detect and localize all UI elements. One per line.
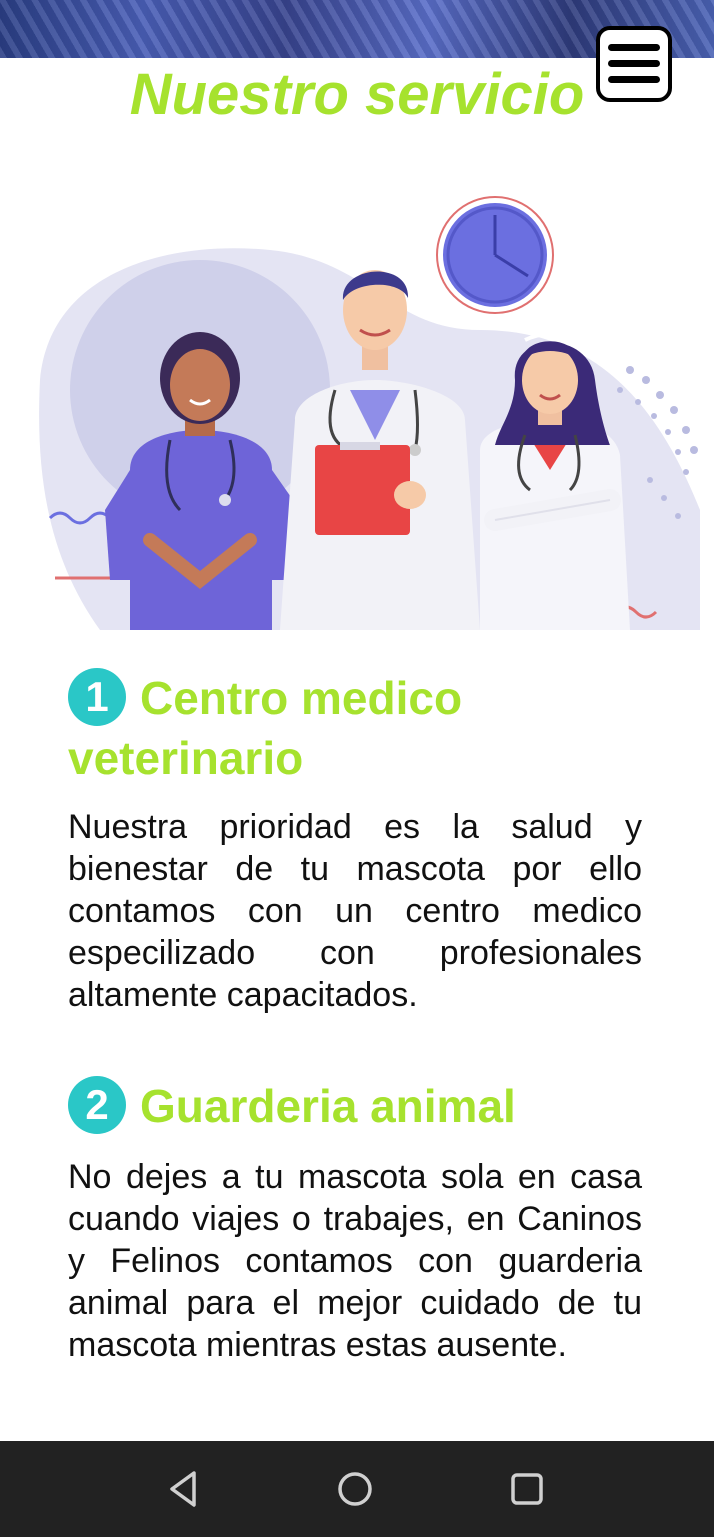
hamburger-menu-icon	[608, 76, 660, 83]
section-title-guarderia: 2 Guarderia animal	[68, 1076, 668, 1136]
section-title-text: Centro medico veterinario	[68, 672, 463, 784]
hamburger-menu-icon	[608, 44, 660, 51]
section-title-centro-medico: 1 Centro medico veterinario	[68, 668, 628, 788]
section-title-text: Guarderia animal	[140, 1080, 516, 1132]
hamburger-menu-icon	[608, 60, 660, 67]
home-circle-icon[interactable]	[331, 1465, 379, 1513]
section-text-centro-medico: Nuestra prioridad es la salud y bienesta…	[68, 808, 642, 1014]
system-navigation-bar	[0, 1441, 714, 1537]
menu-button[interactable]	[596, 26, 672, 102]
medical-staff-illustration	[39, 196, 700, 630]
section-text-guarderia: No dejes a tu mascota sola en casa cuand…	[68, 1158, 642, 1364]
recents-square-icon[interactable]	[503, 1465, 551, 1513]
number-badge-2: 2	[68, 1076, 126, 1134]
back-triangle-icon[interactable]	[160, 1465, 208, 1513]
number-badge-1: 1	[68, 668, 126, 726]
